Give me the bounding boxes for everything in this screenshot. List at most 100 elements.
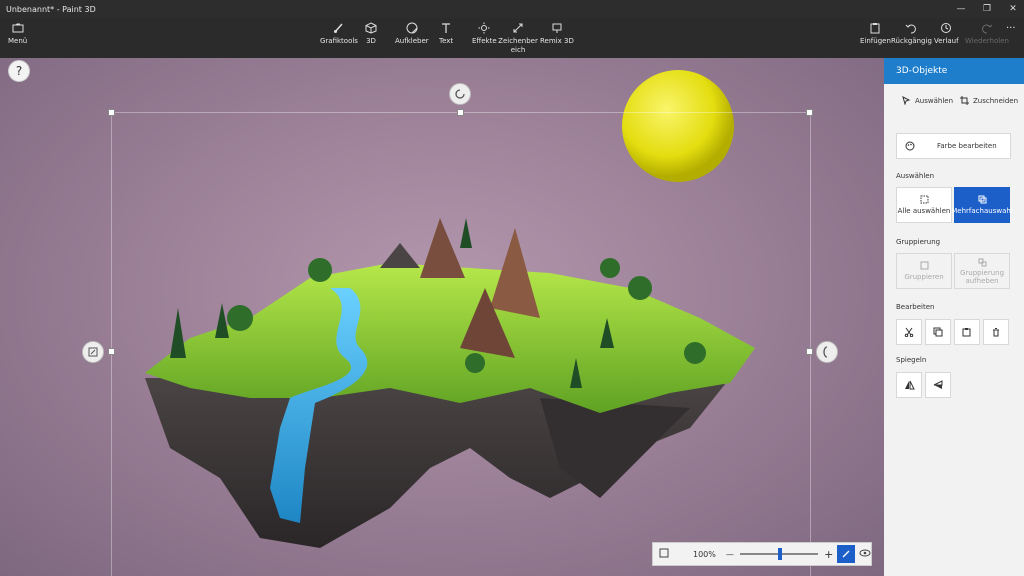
group-button[interactable]: Gruppieren [896,253,952,289]
cube-icon [365,22,377,34]
rotate-icon [455,89,465,99]
zoom-out-button[interactable]: — [726,550,734,559]
window-title: Unbenannt* - Paint 3D [6,5,96,14]
text-button[interactable]: Text [439,22,453,46]
resize-handle-top-left[interactable] [108,109,115,116]
side-panel: 3D-Objekte Auswählen Zuschneiden Farbe b… [884,58,1024,576]
select-tool-label: Auswählen [915,96,954,105]
select-all-label: Alle auswählen [897,207,951,215]
palette-icon [905,141,915,151]
undo-icon [906,24,917,34]
ungroup-button[interactable]: Gruppierung aufheben [954,253,1010,289]
select-tool[interactable]: Auswählen [902,96,953,105]
remix-label: Remix 3D [540,37,574,45]
help-button[interactable]: ? [8,60,30,82]
sticker-icon [406,22,418,34]
zoom-value: 100% [693,549,716,559]
resize-handle-top-right[interactable] [806,109,813,116]
text-icon [442,23,451,33]
pencil-icon [842,550,850,558]
remix3d-button[interactable]: Remix 3D [540,22,574,46]
group-section-label: Gruppierung [896,238,941,246]
zoom-slider-thumb[interactable] [777,548,782,560]
brushes-button[interactable]: Grafiktools [320,22,358,46]
selection-box[interactable] [111,112,811,576]
paste-panel-button[interactable] [954,319,980,345]
multi-select-icon [978,195,986,204]
mirror-section-label: Spiegeln [896,356,927,364]
sun-effects-icon [478,22,490,34]
cut-button[interactable] [896,319,922,345]
redo-button[interactable]: Wiederholen [965,22,1009,46]
clock-history-icon [941,23,952,33]
resize-handle-right[interactable] [806,348,813,355]
effects-button[interactable]: Effekte [472,22,497,46]
mirror-vertical-button[interactable] [925,372,951,398]
depth-handle[interactable] [82,341,104,363]
ungroup-icon [978,258,986,266]
stickers-button[interactable]: Aufkleber [395,22,429,46]
edit-color-label: Farbe bearbeiten [937,142,997,150]
title-bar: Unbenannt* - Paint 3D — ❐ ✕ [0,0,1024,18]
multi-select-button[interactable]: Mehrfachauswahl [951,187,1013,223]
group-icon [920,261,928,270]
folder-icon [12,23,24,33]
resize-handle-left[interactable] [108,348,115,355]
redo-label: Wiederholen [965,37,1009,45]
menu-button[interactable]: Menü [8,22,27,46]
crop-tool[interactable]: Zuschneiden [960,96,1018,105]
top-toolbar: Menü Grafiktools 3D Aufkleber Text Effek… [0,18,1024,58]
select-section-label: Auswählen [896,172,935,180]
stickers-label: Aufkleber [395,37,429,45]
canvas-resize-icon [513,23,523,33]
redo-icon [982,24,993,34]
grid-select-icon [920,195,928,204]
more-options-icon[interactable]: ··· [1006,24,1016,34]
scissors-icon [904,327,914,337]
edit-color-button[interactable]: Farbe bearbeiten [896,133,1011,159]
effects-label: Effekte [472,37,497,45]
drawing-canvas[interactable]: ? 100% — + [0,58,884,576]
brushes-label: Grafiktools [320,37,358,45]
remix-icon [552,23,562,33]
cursor-icon [902,96,911,105]
shapes3d-label: 3D [366,37,376,45]
ungroup-label: Gruppierung aufheben [959,268,1005,285]
multi-select-label: Mehrfachauswahl [951,207,1013,215]
text-label: Text [439,37,454,45]
canvas-button[interactable]: Zeichenber eich [498,22,538,55]
copy-button[interactable] [925,319,951,345]
zoom-bar: 100% — + [652,542,872,566]
clipboard-icon [870,23,880,34]
zoom-in-button[interactable]: + [824,548,833,561]
eye-icon [859,549,871,557]
view-mode-button[interactable] [859,548,871,560]
copy-icon [933,327,943,337]
undo-button[interactable]: Rückgängig [891,22,932,46]
flip-horizontal-icon [904,380,915,390]
rotate-y-icon [823,346,828,358]
close-button[interactable]: ✕ [998,0,1024,18]
paste-label: Einfügen [860,37,891,45]
flip-vertical-icon [933,380,942,389]
rotate-y-handle[interactable] [816,341,838,363]
resize-handle-top[interactable] [457,109,464,116]
history-label: Verlauf [934,37,959,45]
zoom-slider[interactable] [739,548,819,560]
paste-icon [962,328,971,337]
panel-title: 3D-Objekte [884,58,1024,84]
paste-button[interactable]: Einfügen [860,22,891,46]
canvas-label: Zeichenber eich [498,37,538,54]
crop-icon [960,96,969,105]
rotate-z-handle[interactable] [449,83,471,105]
mirror-horizontal-button[interactable] [896,372,922,398]
delete-button[interactable] [983,319,1009,345]
fit-screen-icon[interactable] [659,548,669,560]
trash-icon [993,328,999,337]
menu-label: Menü [8,37,28,45]
select-all-button[interactable]: Alle auswählen [896,187,952,223]
history-button[interactable]: Verlauf [934,22,959,46]
edit-mode-button[interactable] [837,545,855,563]
shapes3d-button[interactable]: 3D [365,22,377,46]
group-label: Gruppieren [904,273,944,281]
